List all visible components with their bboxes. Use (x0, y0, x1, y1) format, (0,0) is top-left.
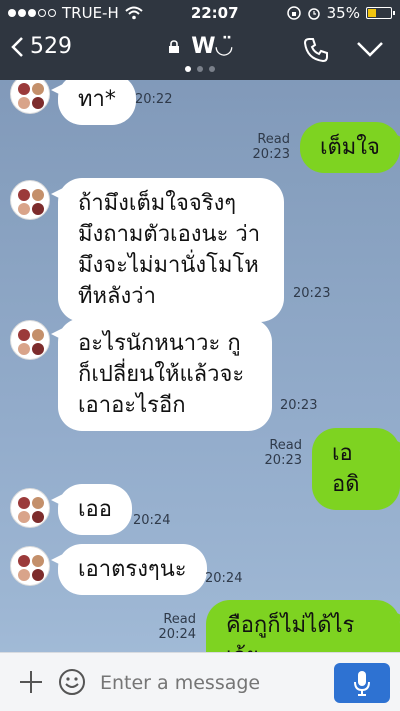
message-bubble[interactable]: เออ (51, 484, 132, 535)
status-bar: TRUE-H 22:07 35% (0, 0, 400, 26)
message-bubble[interactable]: อะไรนักหนาวะ กูก็เปลี่ยนให้แล้วจะเอาอะไร… (51, 318, 272, 431)
voice-message-button[interactable] (334, 663, 390, 703)
message-text: ทา* (78, 87, 116, 112)
read-receipt: Read (257, 132, 290, 147)
message-composer (0, 652, 400, 711)
status-time: 22:07 (190, 4, 239, 22)
page-indicator (0, 66, 400, 72)
contact-avatar[interactable] (10, 546, 50, 586)
message-text: คือกูก็ไม่ได้ไรเว้ย (226, 613, 355, 652)
chat-title[interactable]: W◡̈ (0, 34, 400, 59)
read-receipt: Read (163, 612, 196, 627)
orientation-lock-icon (286, 6, 301, 20)
message-bubble[interactable]: เออดิ (312, 428, 400, 510)
message-text: เอาตรงๆนะ (78, 557, 187, 582)
lock-icon (168, 40, 179, 53)
message-time: 20:24 (205, 571, 243, 586)
message-time: 20:23 (280, 398, 318, 413)
battery-icon (365, 7, 395, 19)
message-text: เออดิ (332, 441, 360, 497)
message-list[interactable]: ทา* 20:22 Read 20:23 เต็มใจ ถ้ามึงเต็มใจ… (0, 80, 400, 652)
message-time: Read 20:23 (252, 132, 290, 162)
signal-strength-icon (8, 9, 56, 17)
battery-percent: 35% (326, 4, 360, 22)
top-bar: TRUE-H 22:07 35% 529 W◡̈ (0, 0, 400, 80)
chevron-down-icon[interactable] (356, 40, 384, 58)
message-time: 20:23 (293, 286, 331, 301)
read-receipt: Read (269, 438, 302, 453)
message-time: Read 20:24 (158, 612, 196, 642)
chat-navbar: 529 W◡̈ (0, 26, 400, 80)
message-bubble[interactable]: ทา* (51, 80, 136, 125)
contact-avatar[interactable] (10, 80, 50, 114)
message-time: 20:24 (133, 513, 171, 528)
message-time: Read 20:23 (264, 438, 302, 468)
message-bubble[interactable]: เอาตรงๆนะ (51, 544, 207, 595)
contact-avatar[interactable] (10, 488, 50, 528)
alarm-icon (307, 8, 320, 20)
carrier-name: TRUE-H (62, 4, 119, 22)
phone-icon[interactable] (302, 36, 330, 64)
contact-avatar[interactable] (10, 320, 50, 360)
message-text: อะไรนักหนาวะ กูก็เปลี่ยนให้แล้วจะเอาอะไร… (78, 331, 245, 418)
message-bubble[interactable]: คือกูก็ไม่ได้ไรเว้ย (206, 600, 400, 652)
message-text: ถ้ามึงเต็มใจจริงๆ มึงถามตัวเองนะ ว่ามึงจ… (78, 191, 261, 309)
plus-icon[interactable] (18, 669, 44, 695)
message-bubble[interactable]: ถ้ามึงเต็มใจจริงๆ มึงถามตัวเองนะ ว่ามึงจ… (51, 178, 284, 322)
message-bubble[interactable]: เต็มใจ (300, 122, 400, 173)
microphone-icon (354, 671, 370, 696)
contact-avatar[interactable] (10, 180, 50, 220)
message-text: เออ (78, 497, 112, 522)
message-time: 20:22 (135, 92, 173, 107)
message-text: เต็มใจ (320, 135, 380, 160)
contact-name: W◡̈ (191, 34, 233, 59)
wifi-icon (125, 6, 143, 20)
emoji-icon[interactable] (58, 668, 86, 696)
message-input[interactable] (100, 663, 328, 703)
